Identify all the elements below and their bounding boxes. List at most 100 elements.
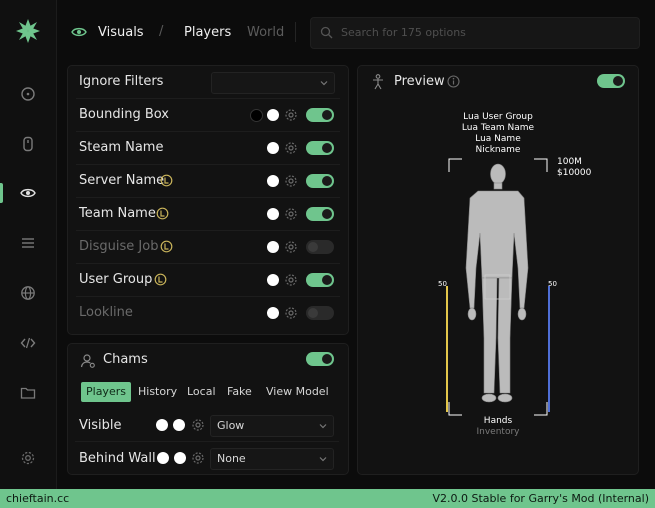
- tab-visuals[interactable]: Visuals: [98, 25, 144, 40]
- disguise-job-label: Disguise Job: [79, 239, 159, 254]
- gear-icon[interactable]: [284, 108, 298, 122]
- sidebar: [0, 0, 57, 489]
- info-icon[interactable]: [447, 75, 460, 88]
- color-swatch[interactable]: [156, 419, 168, 431]
- tab-chams-view-model[interactable]: View Model: [261, 382, 334, 402]
- esp-options-panel: Ignore Filters Bounding Box Steam Name S…: [67, 65, 349, 335]
- server-name-row: Server Name: [68, 165, 348, 198]
- tab-players[interactable]: Players: [184, 25, 231, 40]
- right-health-value: 50: [548, 280, 557, 288]
- color-swatch[interactable]: [173, 419, 185, 431]
- bounding-box-preview: [448, 158, 548, 416]
- user-group-label: User Group: [79, 272, 153, 287]
- steam-name-row: Steam Name: [68, 132, 348, 165]
- user-group-toggle[interactable]: [306, 273, 334, 287]
- behind-wall-row: Behind Wall None: [67, 442, 347, 473]
- sidebar-item-aimbot[interactable]: [0, 74, 56, 114]
- lua-badge-icon: [154, 273, 167, 286]
- sidebar-item-configs[interactable]: [0, 373, 56, 413]
- search-placeholder: Search for 175 options: [341, 26, 466, 39]
- gear-icon: [21, 451, 35, 465]
- tab-chams-history[interactable]: History: [133, 382, 182, 402]
- lua-badge-icon: [156, 207, 169, 220]
- color-swatch[interactable]: [267, 142, 279, 154]
- server-name-label: Server Name: [79, 173, 165, 188]
- visible-material-value: Glow: [217, 419, 245, 432]
- preview-user-group: Lua User Group: [463, 112, 533, 122]
- sidebar-item-misc[interactable]: [0, 223, 56, 263]
- gear-icon[interactable]: [284, 141, 298, 155]
- gear-icon[interactable]: [284, 273, 298, 287]
- color-swatch[interactable]: [267, 109, 279, 121]
- right-armor-bar: [548, 286, 550, 412]
- color-swatch[interactable]: [157, 452, 169, 464]
- version-label: V2.0.0 Stable for Garry's Mod (Internal): [432, 492, 649, 505]
- team-name-toggle[interactable]: [306, 207, 334, 221]
- ignore-filters-row: Ignore Filters: [68, 66, 348, 99]
- preview-panel: Preview Lua User Group Lua Team Name Lua…: [357, 65, 639, 475]
- color-swatch-outline[interactable]: [250, 109, 263, 122]
- lookline-row: Lookline: [68, 297, 348, 330]
- left-health-value: 50: [438, 280, 447, 288]
- header-divider: [295, 22, 296, 42]
- gear-icon[interactable]: [284, 240, 298, 254]
- color-swatch[interactable]: [267, 208, 279, 220]
- color-swatch[interactable]: [267, 274, 279, 286]
- chams-toggle[interactable]: [306, 352, 334, 366]
- gear-icon[interactable]: [191, 451, 205, 465]
- visible-label: Visible: [79, 418, 122, 433]
- tab-chams-fake[interactable]: Fake: [222, 382, 257, 402]
- app-window: Visuals / Players World Search for 175 o…: [0, 0, 655, 508]
- disguise-job-toggle[interactable]: [306, 240, 334, 254]
- team-name-row: Team Name: [68, 198, 348, 231]
- steam-name-toggle[interactable]: [306, 141, 334, 155]
- logo-icon: [16, 19, 40, 43]
- sidebar-item-mouse[interactable]: [0, 124, 56, 164]
- preview-nickname: Nickname: [475, 145, 521, 155]
- eye-icon: [71, 27, 87, 37]
- preview-weapon: Hands: [483, 416, 513, 426]
- brand-label: chieftain.cc: [6, 492, 70, 505]
- chevron-down-icon: [320, 81, 328, 86]
- color-swatch[interactable]: [267, 307, 279, 319]
- search-input[interactable]: Search for 175 options: [310, 17, 640, 49]
- preview-toggle[interactable]: [597, 74, 625, 88]
- server-name-toggle[interactable]: [306, 174, 334, 188]
- visible-row: Visible Glow: [67, 409, 347, 442]
- chevron-down-icon: [319, 424, 327, 429]
- sidebar-item-world[interactable]: [0, 273, 56, 313]
- sidebar-item-lua[interactable]: [0, 323, 56, 363]
- chams-title: Chams: [103, 352, 148, 367]
- visible-material-dropdown[interactable]: Glow: [210, 415, 334, 437]
- user-settings-icon: [80, 354, 95, 368]
- tab-world[interactable]: World: [247, 25, 284, 40]
- status-bar: chieftain.cc V2.0.0 Stable for Garry's M…: [0, 489, 655, 508]
- gear-icon[interactable]: [191, 418, 205, 432]
- tab-chams-players[interactable]: Players: [81, 382, 131, 402]
- chevron-down-icon: [319, 457, 327, 462]
- color-swatch[interactable]: [267, 175, 279, 187]
- ignore-filters-dropdown[interactable]: [211, 72, 335, 94]
- menu-lines-icon: [22, 238, 34, 248]
- tab-chams-local[interactable]: Local: [182, 382, 221, 402]
- sidebar-item-visuals[interactable]: [0, 173, 56, 213]
- bounding-box-toggle[interactable]: [306, 108, 334, 122]
- lua-badge-icon: [160, 174, 173, 187]
- person-icon: [373, 74, 383, 90]
- gear-icon[interactable]: [284, 306, 298, 320]
- behind-wall-material-dropdown[interactable]: None: [210, 448, 334, 470]
- color-swatch[interactable]: [174, 452, 186, 464]
- search-icon: [320, 26, 333, 39]
- ignore-filters-label: Ignore Filters: [79, 74, 164, 89]
- mouse-icon: [23, 136, 33, 152]
- bounding-box-row: Bounding Box: [68, 99, 348, 132]
- globe-icon: [21, 286, 35, 300]
- gear-icon[interactable]: [284, 207, 298, 221]
- tab-separator: /: [159, 24, 164, 39]
- lookline-toggle[interactable]: [306, 306, 334, 320]
- gear-icon[interactable]: [284, 174, 298, 188]
- eye-icon: [20, 188, 36, 198]
- color-swatch[interactable]: [267, 241, 279, 253]
- lookline-label: Lookline: [79, 305, 133, 320]
- sidebar-item-settings[interactable]: [0, 438, 56, 478]
